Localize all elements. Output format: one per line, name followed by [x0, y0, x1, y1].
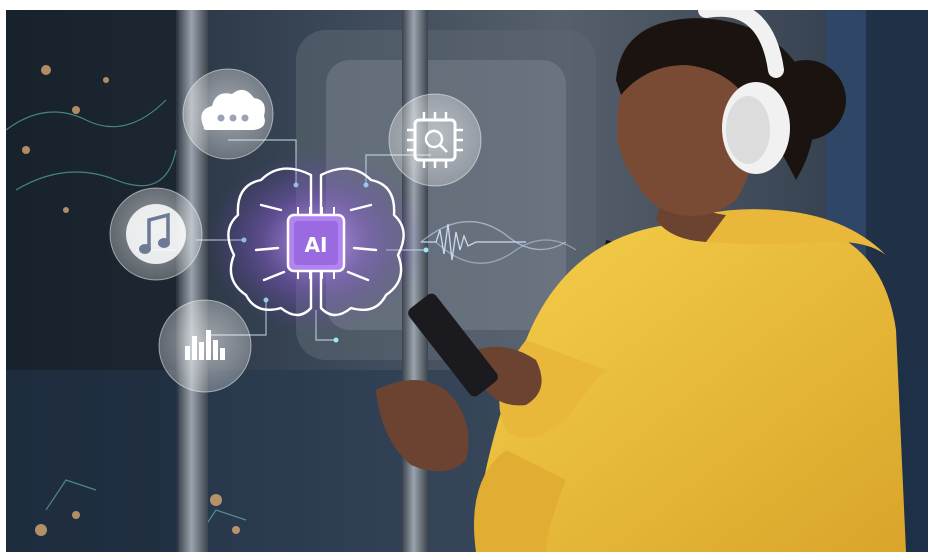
photo: AI [6, 10, 928, 552]
image-frame: AI [0, 0, 934, 556]
cloud-icon [182, 68, 274, 160]
music-note-icon [109, 187, 203, 281]
equalizer-icon [158, 299, 252, 393]
ai-chip: AI [286, 207, 346, 279]
ai-chip-label: AI [305, 233, 328, 257]
scene-illustration: AI [6, 10, 928, 552]
processor-chip-icon [388, 93, 482, 187]
